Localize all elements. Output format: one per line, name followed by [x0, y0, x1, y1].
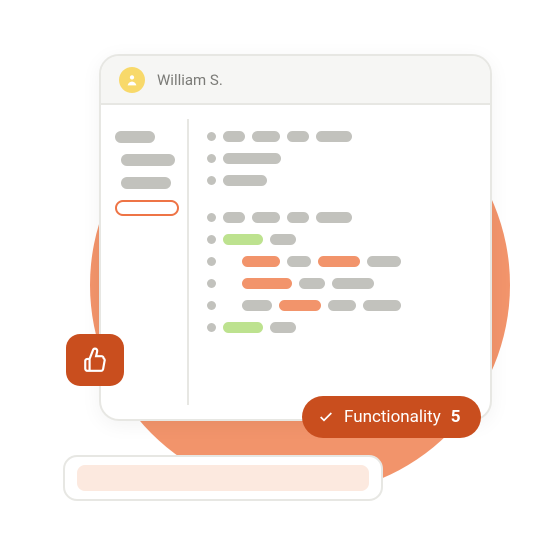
badge-score: 5 — [451, 407, 461, 427]
badge-label: Functionality — [344, 407, 441, 427]
code-line — [207, 153, 474, 164]
code-line — [207, 256, 474, 267]
sidebar-item[interactable] — [115, 131, 155, 143]
code-line — [207, 300, 474, 311]
check-icon — [318, 409, 334, 425]
thumbs-up-icon — [82, 347, 108, 373]
comment-input[interactable] — [63, 455, 383, 501]
line-dot-icon — [207, 132, 216, 141]
editor-body — [101, 105, 490, 419]
sidebar-item[interactable] — [121, 154, 175, 166]
line-dot-icon — [207, 323, 216, 332]
line-dot-icon — [207, 154, 216, 163]
line-dot-icon — [207, 176, 216, 185]
sidebar-item-active[interactable] — [115, 200, 179, 216]
code-line — [207, 278, 474, 289]
code-line — [207, 131, 474, 142]
functionality-badge[interactable]: Functionality 5 — [302, 396, 481, 438]
comment-input-field[interactable] — [77, 465, 369, 491]
line-dot-icon — [207, 257, 216, 266]
blank-line — [207, 197, 474, 201]
code-line — [207, 175, 474, 186]
user-avatar-icon — [119, 67, 145, 93]
code-line — [207, 234, 474, 245]
line-dot-icon — [207, 301, 216, 310]
line-dot-icon — [207, 235, 216, 244]
code-area — [189, 105, 490, 419]
code-editor-window: William S. — [99, 54, 492, 421]
username-label: William S. — [157, 71, 223, 89]
code-line — [207, 322, 474, 333]
sidebar-item[interactable] — [121, 177, 171, 189]
like-badge[interactable] — [66, 334, 124, 386]
line-dot-icon — [207, 213, 216, 222]
title-bar: William S. — [101, 56, 490, 105]
code-line — [207, 212, 474, 223]
line-dot-icon — [207, 279, 216, 288]
